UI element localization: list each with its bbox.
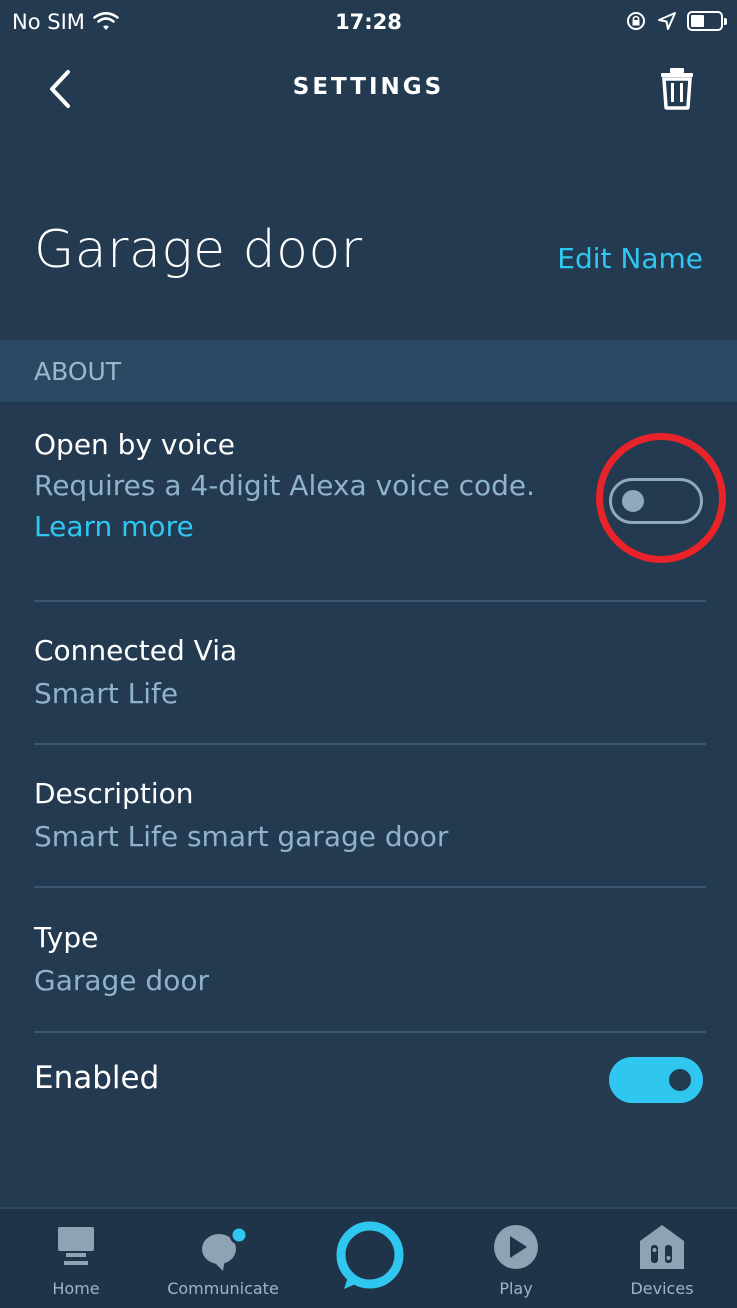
- tab-label: Play: [499, 1279, 533, 1298]
- device-name: Garage door: [34, 220, 363, 280]
- connected-via-label: Connected Via: [34, 634, 238, 667]
- description-value: Smart Life smart garage door: [34, 820, 449, 853]
- open-by-voice-label: Open by voice: [34, 428, 236, 461]
- learn-more-link[interactable]: Learn more: [34, 510, 194, 543]
- delete-button[interactable]: [659, 66, 695, 110]
- page-title: SETTINGS: [292, 74, 445, 100]
- alexa-button[interactable]: [334, 1221, 406, 1293]
- connected-via-row: Connected Via Smart Life: [34, 634, 706, 710]
- nav-bar: SETTINGS: [0, 52, 737, 126]
- trash-icon: [661, 68, 693, 110]
- status-right: [625, 10, 727, 32]
- type-value: Garage door: [34, 964, 209, 997]
- open-by-voice-row: Open by voice Requires a 4-digit Alexa v…: [34, 428, 706, 543]
- status-bar: No SIM 17:28: [0, 0, 737, 52]
- devices-icon: [640, 1225, 684, 1269]
- home-icon: [58, 1227, 94, 1265]
- tab-devices[interactable]: Devices: [592, 1209, 732, 1308]
- type-row: Type Garage door: [34, 921, 706, 997]
- tab-play[interactable]: Play: [446, 1209, 586, 1308]
- tab-label: Devices: [630, 1279, 694, 1298]
- description-row: Description Smart Life smart garage door: [34, 777, 706, 853]
- divider: [34, 743, 706, 745]
- open-by-voice-toggle[interactable]: [609, 478, 703, 524]
- toggle-knob: [669, 1069, 691, 1091]
- tab-communicate[interactable]: Communicate: [153, 1209, 293, 1308]
- enabled-toggle[interactable]: [609, 1057, 703, 1103]
- edit-name-button[interactable]: Edit Name: [557, 242, 703, 275]
- tab-label: Home: [52, 1279, 100, 1298]
- divider: [34, 886, 706, 888]
- tab-label: Communicate: [167, 1279, 279, 1298]
- divider: [34, 600, 706, 602]
- tab-home[interactable]: Home: [6, 1209, 146, 1308]
- toggle-knob: [622, 490, 644, 512]
- orientation-lock-icon: [627, 12, 645, 30]
- chat-bubble-icon: [202, 1225, 249, 1271]
- open-by-voice-description: Requires a 4-digit Alexa voice code.: [34, 469, 536, 502]
- alexa-ring-icon: [336, 1221, 404, 1289]
- location-icon: [658, 12, 676, 30]
- battery-icon: [687, 11, 727, 31]
- divider: [34, 1031, 706, 1033]
- enabled-label: Enabled: [34, 1060, 160, 1096]
- play-icon: [494, 1225, 538, 1269]
- type-label: Type: [34, 921, 99, 954]
- connected-via-value: Smart Life: [34, 677, 179, 710]
- description-label: Description: [34, 777, 194, 810]
- enabled-row: Enabled: [34, 1060, 706, 1096]
- section-header-about: ABOUT: [0, 340, 737, 402]
